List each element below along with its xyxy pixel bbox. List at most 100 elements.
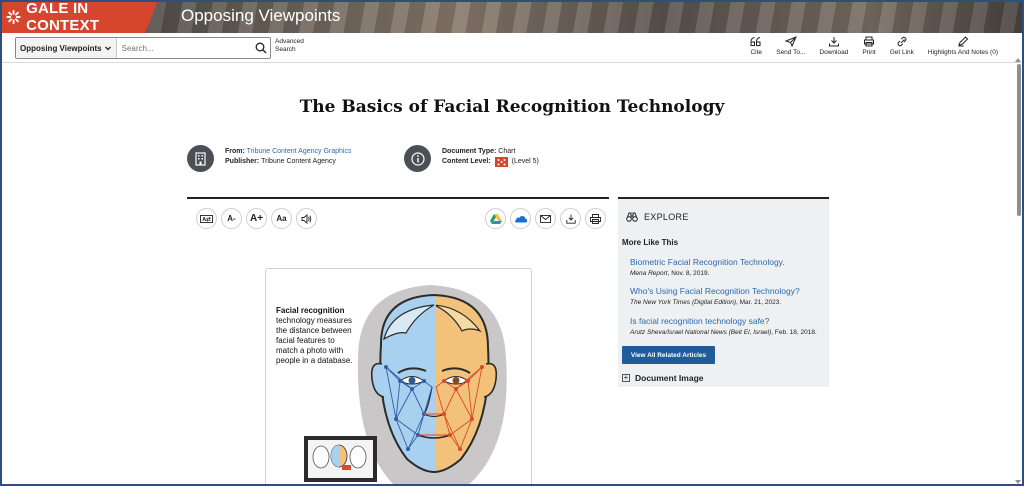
document-image-toggle[interactable]: + Document Image <box>622 373 704 383</box>
search-bar: Opposing Viewpoints <box>15 37 271 59</box>
search-icon[interactable] <box>252 42 270 54</box>
print-label: Print <box>862 49 876 56</box>
scroll-down-arrow[interactable] <box>1015 480 1021 484</box>
font-settings-button[interactable]: Aa <box>271 208 292 229</box>
related-article-date: , Mar. 21, 2023. <box>736 299 782 306</box>
cite-button[interactable]: Cite <box>750 36 762 56</box>
get-link-label: Get Link <box>889 49 914 56</box>
google-drive-button[interactable] <box>485 208 506 229</box>
related-article: Who's Using Facial Recognition Technolog… <box>630 286 826 306</box>
figure-caption: Facial recognition technology measures t… <box>276 306 356 366</box>
onedrive-button[interactable] <box>510 208 531 229</box>
building-icon <box>187 145 214 172</box>
content-level-value: (Level 5) <box>511 158 539 165</box>
related-article-publication: The New York Times (Digital Edition) <box>630 299 737 306</box>
face-illustration <box>304 285 507 485</box>
pen-icon <box>958 36 969 47</box>
get-link-button[interactable]: Get Link <box>890 36 914 56</box>
related-article-link[interactable]: Who's Using Facial Recognition Technolog… <box>630 286 826 296</box>
send-to-button[interactable]: Send To... <box>776 36 805 56</box>
translate-button[interactable]: A⇄ <box>196 208 217 229</box>
highlights-notes-button[interactable]: Highlights And Notes (0) <box>928 36 998 56</box>
page-title: The Basics of Facial Recognition Technol… <box>299 97 725 117</box>
source-link[interactable]: Tribune Content Agency Graphics <box>247 148 352 155</box>
download-document-button[interactable] <box>560 208 581 229</box>
email-button[interactable] <box>535 208 556 229</box>
related-article: Biometric Facial Recognition Technology.… <box>630 257 826 277</box>
document-meta: Document Type: Chart Content Level: (Lev… <box>404 145 539 172</box>
download-icon <box>565 214 576 224</box>
envelope-icon <box>540 214 551 223</box>
from-label: From: <box>225 148 245 155</box>
explore-header: EXPLORE <box>626 212 689 222</box>
publisher-label: Publisher: <box>225 158 260 165</box>
download-label: Download <box>819 49 849 56</box>
scrollbar-thumb[interactable] <box>1017 64 1021 216</box>
level-icon <box>494 157 508 167</box>
download-button[interactable]: Download <box>819 36 848 56</box>
article-divider <box>187 197 609 199</box>
related-article-link[interactable]: Is facial recognition technology safe? <box>630 316 826 326</box>
expand-plus-icon: + <box>622 373 630 382</box>
figure-caption-body: technology measures the distance between… <box>276 316 353 365</box>
send-to-label: Send To... <box>776 49 806 56</box>
speaker-icon <box>301 213 312 224</box>
highlights-notes-label: Highlights And Notes (0) <box>927 49 998 56</box>
related-article: Is facial recognition technology safe? A… <box>630 316 826 336</box>
advanced-search-line2: Search <box>275 45 296 53</box>
brand-logo[interactable]: GALE IN CONTEXT <box>0 0 158 33</box>
advanced-search-link[interactable]: Advanced Search <box>275 38 304 53</box>
view-all-related-button[interactable]: View All Related Articles <box>622 346 715 364</box>
toolbar: Opposing Viewpoints Advanced Search Cite… <box>0 33 1024 63</box>
more-like-this-heading: More Like This <box>622 238 679 247</box>
document-tools: Cite Send To... Download Print Get Link … <box>736 36 998 56</box>
listen-button[interactable] <box>296 208 317 229</box>
related-article-date: , Nov. 8, 2019. <box>667 270 710 277</box>
cite-label: Cite <box>750 49 763 56</box>
print-button[interactable]: Print <box>862 36 876 56</box>
download-icon <box>828 37 839 47</box>
page-scrollbar[interactable] <box>1015 58 1021 484</box>
explore-title: EXPLORE <box>644 212 689 222</box>
brand-name: GALE IN CONTEXT <box>26 0 100 33</box>
quote-icon <box>750 37 761 46</box>
info-icon <box>404 145 431 172</box>
google-drive-icon <box>489 214 502 224</box>
translate-icon: A⇄ <box>200 215 213 223</box>
svg-text:A⇄: A⇄ <box>202 215 211 223</box>
related-article-publication: Mena Report <box>630 270 668 277</box>
chart-image[interactable]: Facial recognition technology measures t… <box>265 268 532 486</box>
related-article-source: The New York Times (Digital Edition), Ma… <box>630 299 826 306</box>
increase-text-button[interactable]: A+ <box>246 208 267 229</box>
related-article-source: Mena Report, Nov. 8, 2019. <box>630 270 826 277</box>
print-document-button[interactable] <box>585 208 606 229</box>
related-article-link[interactable]: Biometric Facial Recognition Technology. <box>630 257 826 267</box>
reader-tools: A⇄ A- A+ Aa <box>196 208 321 229</box>
content-level-label: Content Level: <box>442 158 491 165</box>
doc-type-label: Document Type: <box>442 148 497 155</box>
search-scope-select[interactable]: Opposing Viewpoints <box>16 38 117 58</box>
binoculars-icon <box>626 212 638 222</box>
decrease-text-button[interactable]: A- <box>221 208 242 229</box>
share-tools <box>485 208 610 229</box>
scroll-up-arrow[interactable] <box>1015 58 1021 62</box>
chevron-down-icon <box>104 46 111 51</box>
source-meta: From: Tribune Content Agency Graphics Pu… <box>187 145 351 172</box>
send-icon <box>784 36 797 47</box>
header-banner: GALE IN CONTEXT Opposing Viewpoints <box>0 0 1024 33</box>
related-article-source: Arutz Sheva/Israel National News (Beit E… <box>630 329 826 336</box>
link-icon <box>897 36 907 47</box>
document-image-label: Document Image <box>635 373 704 383</box>
doc-type-value: Chart <box>498 148 516 155</box>
gale-burst-icon <box>6 9 21 24</box>
related-article-publication: Arutz Sheva/Israel National News (Beit E… <box>630 329 772 336</box>
related-article-date: , Feb. 18, 2018. <box>771 329 817 336</box>
product-name[interactable]: Opposing Viewpoints <box>181 6 340 26</box>
advanced-search-line1: Advanced <box>275 38 304 45</box>
search-input[interactable] <box>116 39 252 57</box>
onedrive-icon <box>515 215 527 222</box>
search-scope-label: Opposing Viewpoints <box>20 43 102 53</box>
printer-icon <box>864 36 874 47</box>
explore-sidebar: EXPLORE More Like This Biometric Facial … <box>618 197 829 387</box>
publisher-value: Tribune Content Agency <box>261 158 336 165</box>
